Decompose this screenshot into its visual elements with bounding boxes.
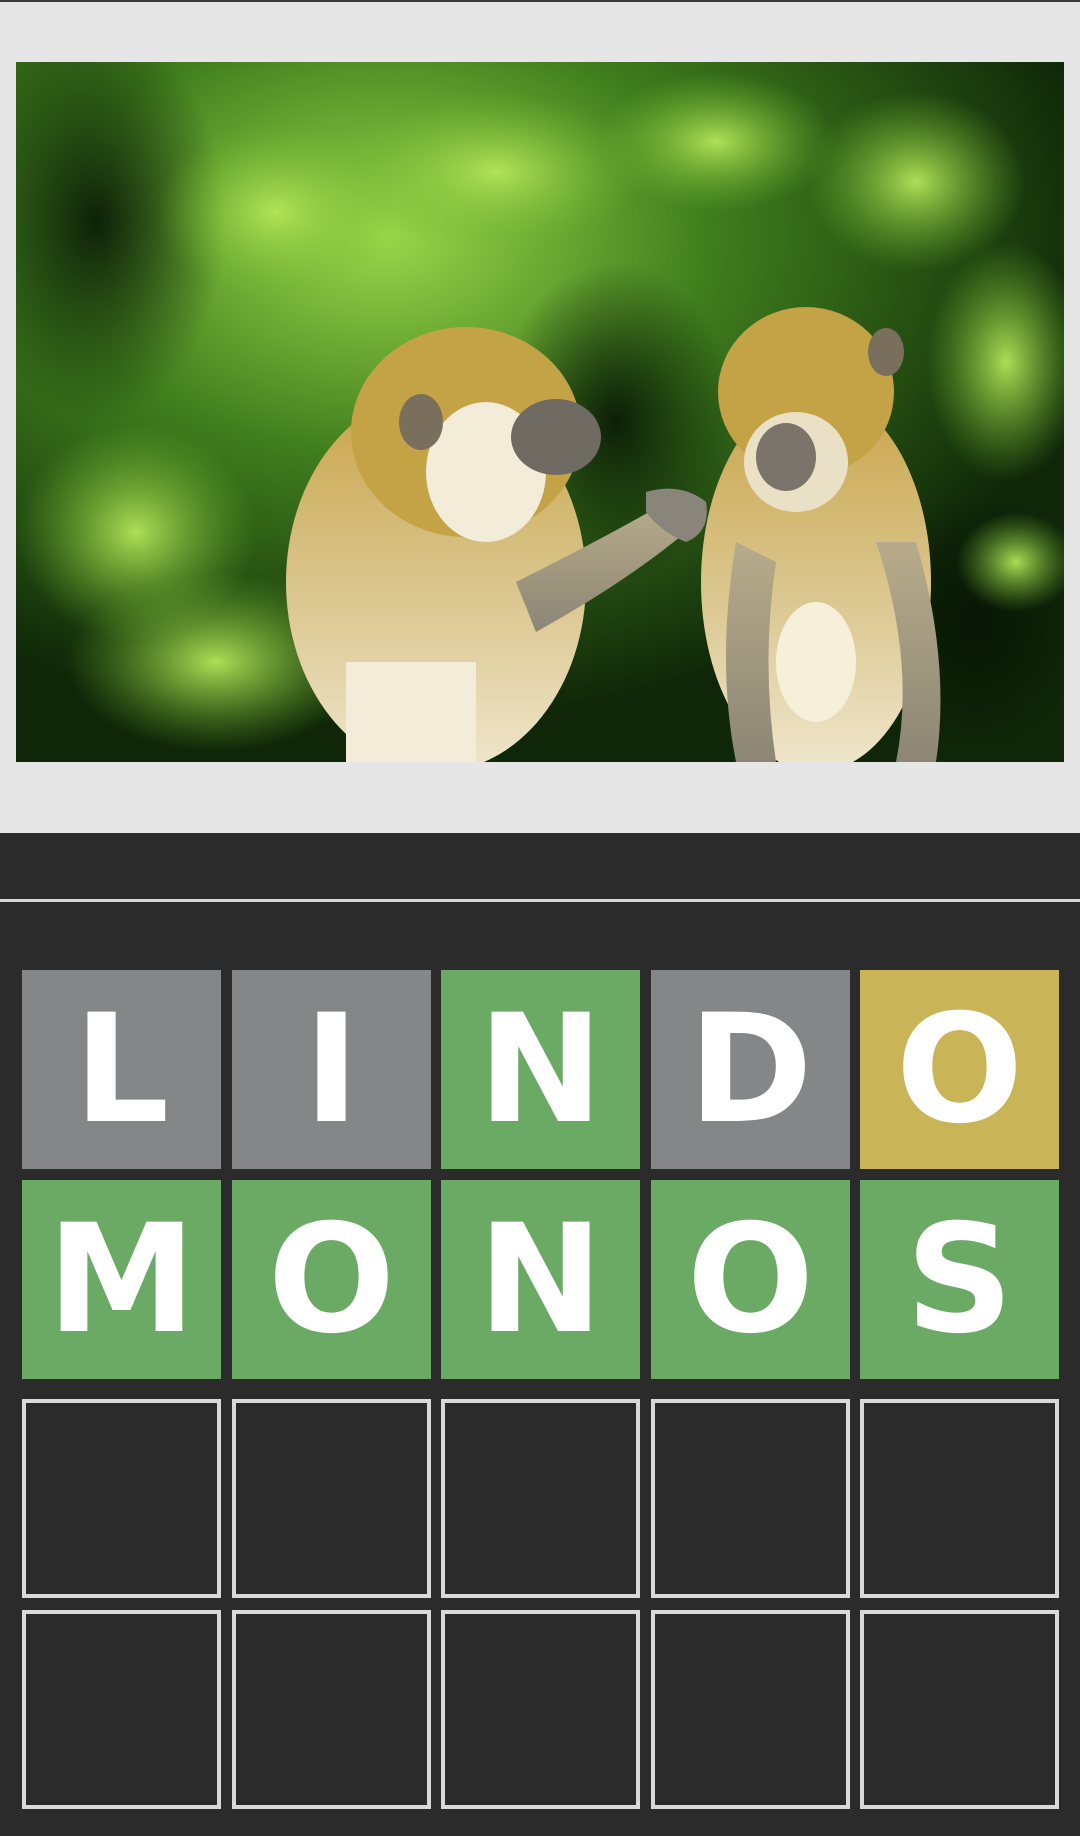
letter-tile-correct: O [651,1180,850,1379]
empty-tile [22,1610,221,1809]
letter-tile-correct: N [441,1180,640,1379]
letter-tile-absent: L [22,970,221,1169]
game-screen: L I N D O M O N O S [0,0,1080,1836]
letter-tile-present: O [860,970,1059,1169]
header-divider [0,899,1080,902]
monkeys-photo-illustration [16,62,1064,762]
clue-image-panel [0,2,1080,833]
empty-tile [860,1399,1059,1598]
empty-tile [441,1399,640,1598]
guess-row-1: L I N D O [0,970,1080,1169]
letter-tile-correct: M [22,1180,221,1379]
guess-row-4 [0,1610,1080,1809]
empty-tile [232,1399,431,1598]
letter-tile-correct: S [860,1180,1059,1379]
letter-tile-absent: I [232,970,431,1169]
letter-tile-absent: D [651,970,850,1169]
empty-tile [441,1610,640,1809]
guess-row-2: M O N O S [0,1180,1080,1379]
letter-tile-correct: N [441,970,640,1169]
empty-tile [651,1610,850,1809]
empty-tile [232,1610,431,1809]
empty-tile [651,1399,850,1598]
guess-row-3 [0,1399,1080,1598]
letter-tile-correct: O [232,1180,431,1379]
empty-tile [860,1610,1059,1809]
empty-tile [22,1399,221,1598]
clue-photo [16,62,1064,762]
